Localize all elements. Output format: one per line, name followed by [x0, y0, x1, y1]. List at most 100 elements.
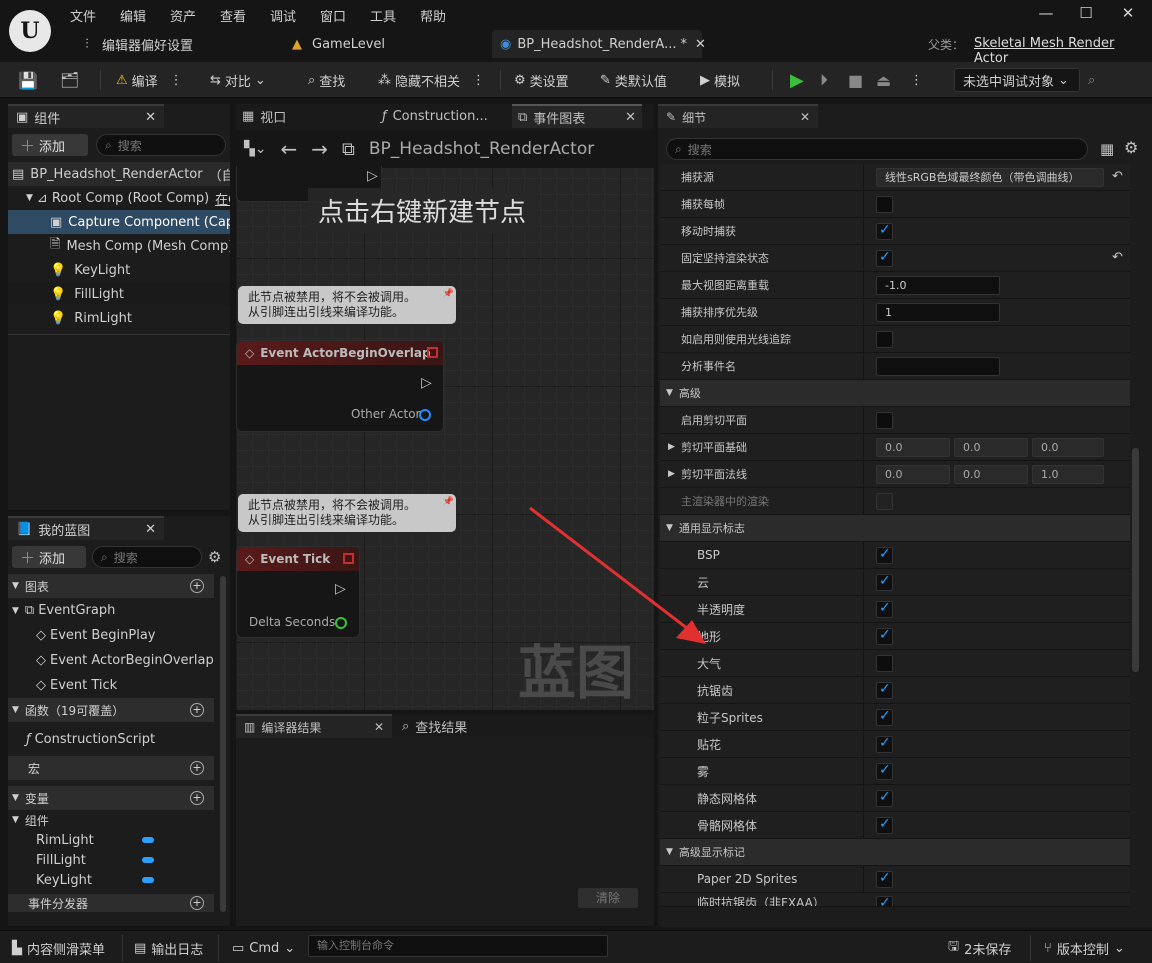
debug-target-select[interactable]: 未选中调试对象 ⌄ — [954, 68, 1080, 92]
close-icon[interactable]: ✕ — [145, 110, 156, 125]
tree-var-components[interactable]: ▼ 组件 — [8, 810, 214, 830]
tab-blueprint[interactable]: ◉ BP_Headshot_RenderA... * ✕ — [492, 30, 706, 58]
scrollbar[interactable] — [220, 576, 226, 912]
clip-base-z-input[interactable]: 0.0 — [1032, 438, 1104, 457]
maximize-icon[interactable]: ☐ — [1074, 4, 1098, 24]
clip-normal-z-input[interactable]: 1.0 — [1032, 465, 1104, 484]
menu-asset[interactable]: 资产 — [170, 6, 196, 25]
add-graph-icon[interactable]: + — [190, 579, 204, 593]
flag-checkbox[interactable] — [876, 627, 893, 645]
tab-compiler-results[interactable]: ▥ 编译器结果 ✕ — [236, 714, 392, 738]
flag-checkbox[interactable] — [876, 681, 893, 699]
find-button[interactable]: ⌕ 查找 — [308, 68, 345, 92]
section-graphs[interactable]: ▼ 图表 + — [8, 574, 214, 598]
menu-view[interactable]: 查看 — [220, 6, 246, 25]
forward-arrow-icon[interactable]: → — [311, 137, 328, 161]
capture-source-select[interactable]: 线性sRGB色域最终颜色（带色调曲线） — [876, 168, 1104, 187]
tree-mesh-comp[interactable]: 🗎 Mesh Comp (Mesh Comp) — [8, 234, 230, 258]
exec-pin-icon[interactable]: ▷ — [421, 375, 432, 391]
tree-event-tick[interactable]: ◇ Event Tick — [8, 673, 214, 698]
expand-arrow-icon[interactable]: ▶ — [668, 434, 675, 460]
tree-var-filllight[interactable]: FillLight — [8, 850, 214, 870]
clip-normal-y-input[interactable]: 0.0 — [954, 465, 1028, 484]
browse-icon[interactable]: 🗂 — [60, 68, 79, 92]
gear-icon[interactable]: ⚙ — [208, 548, 221, 566]
tree-event-beginplay[interactable]: ◇ Event BeginPlay — [8, 623, 214, 648]
clip-normal-x-input[interactable]: 0.0 — [876, 465, 950, 484]
tab-game-level[interactable]: ▲ GameLevel — [280, 30, 490, 58]
paper2d-checkbox[interactable] — [876, 870, 893, 888]
profiling-event-name-input[interactable] — [876, 357, 1000, 376]
tree-var-keylight[interactable]: KeyLight — [8, 870, 214, 890]
tab-editor-prefs[interactable]: ⫶ 编辑器偏好设置 — [70, 30, 280, 58]
flag-checkbox[interactable] — [876, 573, 893, 591]
clear-button[interactable]: 清除 — [578, 888, 638, 908]
minimize-icon[interactable]: — — [1034, 4, 1058, 24]
section-functions[interactable]: ▼ 函数（19可覆盖） + — [8, 698, 214, 722]
tree-filllight[interactable]: 💡 FillLight — [8, 282, 230, 306]
close-icon[interactable]: ✕ — [374, 720, 384, 734]
unreal-logo-icon[interactable]: U — [9, 10, 51, 52]
expand-arrow-icon[interactable]: ▶ — [668, 461, 675, 487]
add-member-button[interactable]: ＋ 添加 — [12, 546, 86, 568]
temporal-aa-checkbox[interactable] — [876, 895, 893, 906]
save-icon[interactable]: 💾 — [18, 68, 38, 92]
capture-on-move-checkbox[interactable] — [876, 222, 893, 240]
close-icon[interactable]: ✕ — [800, 110, 810, 124]
class-defaults-button[interactable]: ✎ 类默认值 — [600, 68, 667, 92]
play-options-icon[interactable]: ⋮ — [910, 68, 923, 92]
object-pin-icon[interactable] — [419, 409, 431, 421]
node-event-tick[interactable]: ◇ Event Tick ▷ Delta Seconds — [236, 546, 360, 638]
hide-unrelated-button[interactable]: ⁂ 隐藏不相关 ⋮ — [378, 68, 485, 92]
close-icon[interactable]: ✕ — [145, 522, 156, 537]
max-view-distance-input[interactable]: -1.0 — [876, 276, 1000, 295]
tree-construction-script[interactable]: ƒ ConstructionScript — [8, 722, 214, 756]
section-general-flags[interactable]: ▼ 通用显示标志 — [660, 515, 1130, 542]
my-blueprint-search-input[interactable]: ⌕ 搜索 — [92, 546, 202, 568]
use-raytracing-checkbox[interactable] — [876, 331, 893, 348]
flag-checkbox[interactable] — [876, 708, 893, 726]
section-advanced[interactable]: ▼ 高级 — [660, 380, 1130, 407]
content-drawer-button[interactable]: ▙ 内容侧滑菜单 — [12, 937, 105, 959]
details-scrollbar[interactable] — [1132, 448, 1139, 672]
table-view-icon[interactable]: ▦ — [1100, 140, 1114, 158]
section-advanced-flags[interactable]: ▼ 高级显示标记 — [660, 839, 1130, 866]
menu-file[interactable]: 文件 — [70, 6, 96, 25]
output-log-button[interactable]: ▤ 输出日志 — [134, 937, 203, 959]
tree-root-actor[interactable]: ▤ BP_Headshot_RenderActor （自 — [8, 162, 230, 186]
tab-components[interactable]: ▣ 组件 ✕ — [8, 104, 164, 128]
menu-window[interactable]: 窗口 — [320, 6, 346, 25]
compile-button[interactable]: ⚠ 编译 ⋮ — [116, 68, 183, 92]
node-actor-begin-overlap[interactable]: ◇ Event ActorBeginOverlap ▷ Other Actor — [236, 340, 444, 432]
persist-render-state-checkbox[interactable] — [876, 249, 893, 267]
cmd-select[interactable]: ▭ Cmd ⌄ — [232, 937, 295, 959]
main-renderer-checkbox[interactable] — [876, 493, 893, 510]
tab-details[interactable]: ✎ 细节 ✕ — [658, 104, 818, 128]
add-variable-icon[interactable]: + — [190, 791, 204, 805]
diff-button[interactable]: ⇆ 对比 ⌄ — [210, 68, 266, 92]
section-variables[interactable]: ▼ 变量 + — [8, 786, 214, 810]
flag-checkbox[interactable] — [876, 735, 893, 753]
reset-icon[interactable]: ↶ — [1112, 250, 1123, 265]
flag-checkbox[interactable] — [876, 546, 893, 564]
tab-my-blueprint[interactable]: 📘 我的蓝图 ✕ — [8, 516, 164, 540]
section-macros[interactable]: 宏 + — [8, 756, 214, 780]
add-function-icon[interactable]: + — [190, 703, 204, 717]
flag-checkbox[interactable] — [876, 600, 893, 618]
menu-tools[interactable]: 工具 — [370, 6, 396, 25]
debug-find-icon[interactable]: ⌕ — [1088, 68, 1095, 92]
compile-options-icon[interactable]: ⋮ — [170, 73, 183, 88]
play-icon[interactable]: ▶ — [790, 68, 804, 92]
clip-base-y-input[interactable]: 0.0 — [954, 438, 1028, 457]
tree-rimlight[interactable]: 💡 RimLight — [8, 306, 230, 330]
menu-debug[interactable]: 调试 — [270, 6, 296, 25]
close-window-icon[interactable]: ✕ — [1116, 4, 1140, 24]
tree-capture-component[interactable]: ▣ Capture Component (Captu — [8, 210, 230, 234]
back-arrow-icon[interactable]: ← — [281, 137, 298, 161]
enable-clip-plane-checkbox[interactable] — [876, 412, 893, 429]
float-pin-icon[interactable] — [335, 617, 347, 629]
section-dispatchers[interactable]: 事件分发器 + — [8, 894, 214, 912]
add-component-button[interactable]: ＋ 添加 — [12, 134, 88, 156]
tree-root-comp[interactable]: ▼ ⊿ Root Comp (Root Comp) 在C — [8, 186, 230, 210]
tree-var-rimlight[interactable]: RimLight — [8, 830, 214, 850]
